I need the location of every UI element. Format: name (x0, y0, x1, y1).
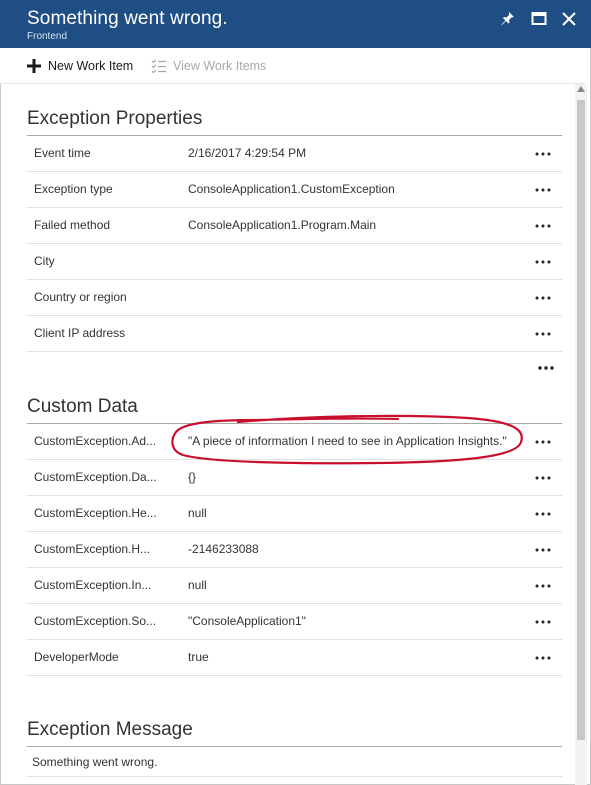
command-bar: New Work Item View Work Items (0, 48, 585, 84)
new-work-item-button[interactable]: New Work Item (26, 57, 133, 75)
vertical-scrollbar[interactable] (575, 84, 587, 785)
row-more-button[interactable] (533, 214, 553, 232)
row-label: CustomException.Da... (34, 470, 157, 484)
highlight-annotation-icon (171, 414, 523, 465)
blade-header: Something went wrong. Frontend (0, 0, 591, 48)
ellipsis-icon (535, 224, 551, 228)
row-label: CustomException.H... (34, 542, 151, 556)
exception-properties-heading: Exception Properties (27, 108, 203, 129)
row-more-button[interactable] (533, 430, 553, 448)
ellipsis-icon (535, 620, 551, 624)
row-value: 2/16/2017 4:29:54 PM (188, 146, 307, 160)
new-work-item-label: New Work Item (48, 59, 134, 73)
exception-message-text: Something went wrong. (32, 755, 158, 769)
row-value: null (188, 578, 207, 592)
row-value: null (188, 506, 207, 520)
blade-subtitle: Frontend (27, 31, 68, 42)
table-row: CustomException.So... "ConsoleApplicatio… (27, 604, 562, 640)
table-row: Client IP address (27, 316, 562, 352)
row-more-button[interactable] (533, 322, 553, 340)
row-more-button[interactable] (533, 286, 553, 304)
row-more-button[interactable] (533, 250, 553, 268)
row-label: DeveloperMode (34, 650, 119, 664)
section-more-button[interactable] (536, 362, 556, 380)
ellipsis-icon (535, 260, 551, 264)
row-label: Event time (34, 146, 91, 160)
ellipsis-icon (535, 584, 551, 588)
table-row: CustomException.He... null (27, 496, 562, 532)
pin-button[interactable] (498, 10, 518, 28)
scroll-up-arrow-icon[interactable] (577, 86, 585, 92)
checklist-icon (151, 59, 166, 74)
row-more-button[interactable] (533, 178, 553, 196)
exception-properties-table: Event time 2/16/2017 4:29:54 PM Exceptio… (27, 135, 562, 352)
row-value: "ConsoleApplication1" (188, 614, 306, 628)
table-row: City (27, 244, 562, 280)
row-label: CustomException.In... (34, 578, 152, 592)
row-value: -2146233088 (188, 542, 259, 556)
row-more-button[interactable] (533, 466, 553, 484)
close-icon (562, 12, 576, 26)
view-work-items-label: View Work Items (173, 59, 267, 73)
table-row: CustomException.H... -2146233088 (27, 532, 562, 568)
table-row: CustomException.In... null (27, 568, 562, 604)
ellipsis-icon (535, 332, 551, 336)
row-value: ConsoleApplication1.Program.Main (188, 218, 377, 232)
plus-icon (27, 59, 41, 73)
scrollbar-thumb[interactable] (577, 100, 585, 740)
blade-content: Exception Properties Event time 2/16/201… (0, 84, 574, 785)
row-label: City (34, 254, 55, 268)
ellipsis-icon (535, 296, 551, 300)
exception-message-box: Something went wrong. (27, 746, 562, 777)
row-more-button[interactable] (533, 538, 553, 556)
ellipsis-icon (535, 548, 551, 552)
view-work-items-button[interactable]: View Work Items (151, 57, 266, 75)
row-value: {} (188, 470, 197, 484)
ellipsis-icon (535, 188, 551, 192)
ellipsis-icon (535, 656, 551, 660)
row-label: Client IP address (34, 326, 126, 340)
row-more-button[interactable] (533, 574, 553, 592)
row-more-button[interactable] (533, 502, 553, 520)
table-row: Country or region (27, 280, 562, 316)
pin-icon (501, 12, 514, 25)
ellipsis-icon (535, 440, 551, 444)
row-more-button[interactable] (533, 142, 553, 160)
row-label: Exception type (34, 182, 113, 196)
maximize-icon (531, 12, 547, 25)
table-row: Event time 2/16/2017 4:29:54 PM (27, 136, 562, 172)
table-row: Exception type ConsoleApplication1.Custo… (27, 172, 562, 208)
table-row: DeveloperMode true (27, 640, 562, 676)
maximize-button[interactable] (529, 10, 549, 28)
row-label: Failed method (34, 218, 111, 232)
row-value: ConsoleApplication1.CustomException (188, 182, 395, 196)
custom-data-heading: Custom Data (27, 396, 138, 417)
row-more-button[interactable] (533, 646, 553, 664)
table-row: Failed method ConsoleApplication1.Progra… (27, 208, 562, 244)
ellipsis-icon (538, 366, 554, 370)
blade-title: Something went wrong. (27, 8, 228, 29)
row-label: CustomException.He... (34, 506, 157, 520)
ellipsis-icon (535, 512, 551, 516)
ellipsis-icon (535, 152, 551, 156)
close-button[interactable] (559, 10, 579, 28)
row-more-button[interactable] (533, 610, 553, 628)
row-label: CustomException.Ad... (34, 434, 157, 448)
row-label: Country or region (34, 290, 127, 304)
exception-message-heading: Exception Message (27, 719, 193, 740)
exception-message-row: Something went wrong. (27, 747, 562, 777)
row-value: true (188, 650, 209, 664)
row-label: CustomException.So... (34, 614, 157, 628)
ellipsis-icon (535, 476, 551, 480)
